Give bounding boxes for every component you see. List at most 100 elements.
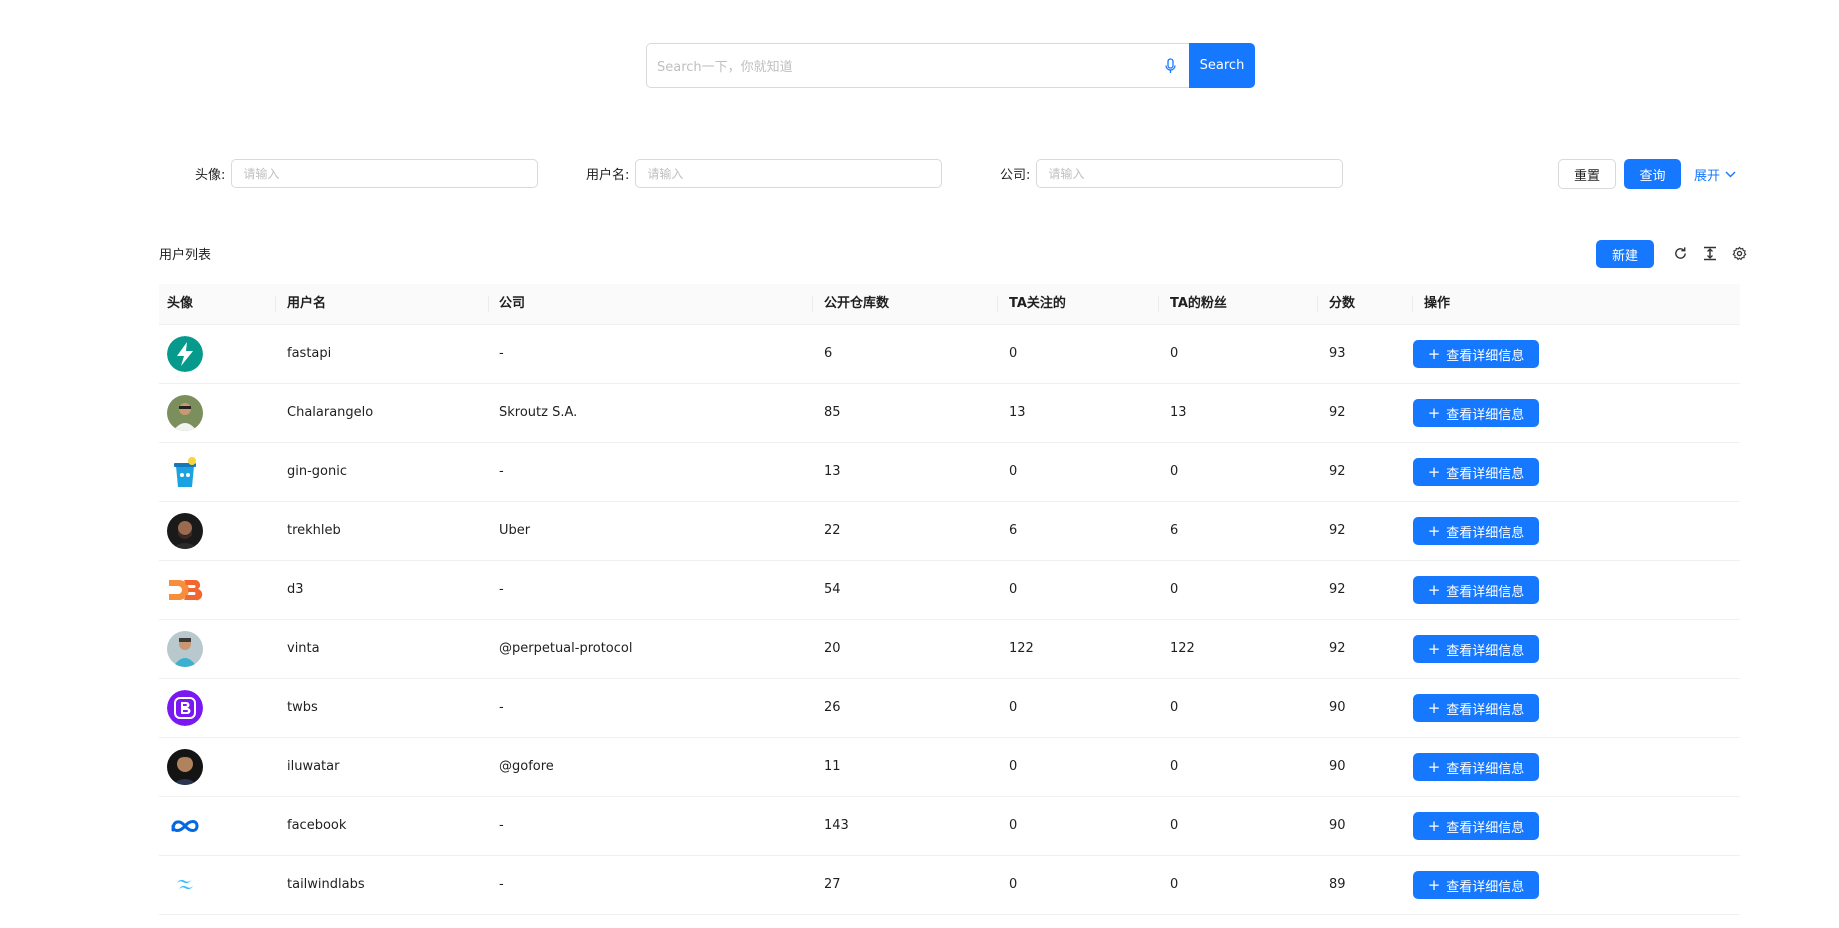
followers-cell: 0 bbox=[1170, 818, 1179, 833]
followers-cell: 6 bbox=[1170, 523, 1179, 538]
density-icon[interactable] bbox=[1701, 244, 1719, 262]
table-header: 头像 用户名 公司 公开仓库数 TA关注的 TA的粉丝 分数 操作 bbox=[159, 284, 1740, 325]
col-following: TA关注的 bbox=[1009, 296, 1066, 311]
fastapi-logo-icon bbox=[167, 336, 203, 372]
following-cell: 0 bbox=[1009, 818, 1018, 833]
filter-username: 用户名: 请输入 bbox=[586, 159, 943, 188]
bootstrap-logo-icon bbox=[167, 690, 203, 726]
table-row: trekhleb Uber 22 6 6 92 + 查看详细信息 bbox=[159, 502, 1740, 561]
company-cell: Uber bbox=[499, 523, 531, 538]
score-cell: 90 bbox=[1329, 759, 1346, 774]
user-photo-icon bbox=[167, 513, 203, 549]
following-cell: 0 bbox=[1009, 582, 1018, 597]
reload-icon[interactable] bbox=[1671, 244, 1689, 262]
view-detail-button[interactable]: + 查看详细信息 bbox=[1413, 753, 1539, 781]
score-cell: 92 bbox=[1329, 641, 1346, 656]
table-row: twbs - 26 0 0 90 + 查看详细信息 bbox=[159, 679, 1740, 738]
username-cell: gin-gonic bbox=[287, 464, 347, 479]
repos-cell: 26 bbox=[824, 700, 841, 715]
col-company: 公司 bbox=[499, 296, 526, 311]
following-cell: 13 bbox=[1009, 405, 1026, 420]
plus-icon: + bbox=[1427, 403, 1441, 422]
score-cell: 92 bbox=[1329, 582, 1346, 597]
plus-icon: + bbox=[1427, 344, 1441, 363]
view-detail-button[interactable]: + 查看详细信息 bbox=[1413, 399, 1539, 427]
view-detail-button[interactable]: + 查看详细信息 bbox=[1413, 458, 1539, 486]
score-cell: 89 bbox=[1329, 877, 1346, 892]
filter-username-input[interactable]: 请输入 bbox=[635, 159, 943, 188]
company-cell: Skroutz S.A. bbox=[499, 405, 578, 420]
view-detail-button[interactable]: + 查看详细信息 bbox=[1413, 694, 1539, 722]
repos-cell: 13 bbox=[824, 464, 841, 479]
view-detail-button[interactable]: + 查看详细信息 bbox=[1413, 635, 1539, 663]
username-cell: twbs bbox=[287, 700, 318, 715]
followers-cell: 0 bbox=[1170, 582, 1179, 597]
repos-cell: 85 bbox=[824, 405, 841, 420]
filter-avatar-label: 头像: bbox=[195, 168, 226, 183]
search-button[interactable]: Search bbox=[1189, 43, 1255, 88]
chevron-down-icon bbox=[1725, 171, 1736, 177]
table-row: fastapi - 6 0 0 93 + 查看详细信息 bbox=[159, 325, 1740, 384]
gin-logo-icon bbox=[167, 454, 203, 490]
plus-icon: + bbox=[1427, 580, 1441, 599]
score-cell: 92 bbox=[1329, 523, 1346, 538]
score-cell: 93 bbox=[1329, 346, 1346, 361]
table-row: facebook - 143 0 0 90 + 查看详细信息 bbox=[159, 797, 1740, 856]
tailwind-logo-icon bbox=[167, 867, 203, 903]
username-cell: iluwatar bbox=[287, 759, 340, 774]
repos-cell: 54 bbox=[824, 582, 841, 597]
followers-cell: 0 bbox=[1170, 464, 1179, 479]
following-cell: 122 bbox=[1009, 641, 1034, 656]
table-row: Chalarangelo Skroutz S.A. 85 13 13 92 + 查… bbox=[159, 384, 1740, 443]
repos-cell: 11 bbox=[824, 759, 841, 774]
reset-button[interactable]: 重置 bbox=[1558, 159, 1616, 189]
col-score: 分数 bbox=[1329, 296, 1356, 311]
view-detail-button[interactable]: + 查看详细信息 bbox=[1413, 517, 1539, 545]
company-cell: - bbox=[499, 346, 504, 361]
company-cell: - bbox=[499, 818, 504, 833]
plus-icon: + bbox=[1427, 462, 1441, 481]
microphone-icon[interactable] bbox=[1163, 57, 1177, 75]
col-username: 用户名 bbox=[287, 296, 327, 311]
settings-icon[interactable] bbox=[1730, 244, 1748, 262]
following-cell: 6 bbox=[1009, 523, 1018, 538]
table-row: tailwindlabs - 27 0 0 89 + 查看详细信息 bbox=[159, 856, 1740, 915]
plus-icon: + bbox=[1427, 816, 1441, 835]
followers-cell: 0 bbox=[1170, 346, 1179, 361]
search-placeholder: Search一下，你就知道 bbox=[657, 60, 793, 75]
filter-company: 公司: 请输入 bbox=[1000, 159, 1344, 188]
view-detail-button[interactable]: + 查看详细信息 bbox=[1413, 340, 1539, 368]
company-cell: - bbox=[499, 700, 504, 715]
view-detail-button[interactable]: + 查看详细信息 bbox=[1413, 576, 1539, 604]
user-photo-icon bbox=[167, 395, 203, 431]
filter-company-input[interactable]: 请输入 bbox=[1036, 159, 1344, 188]
plus-icon: + bbox=[1427, 757, 1441, 776]
view-detail-button[interactable]: + 查看详细信息 bbox=[1413, 812, 1539, 840]
plus-icon: + bbox=[1427, 639, 1441, 658]
table-row: d3 - 54 0 0 92 + 查看详细信息 bbox=[159, 561, 1740, 620]
following-cell: 0 bbox=[1009, 700, 1018, 715]
col-repos: 公开仓库数 bbox=[824, 296, 890, 311]
view-detail-button[interactable]: + 查看详细信息 bbox=[1413, 871, 1539, 899]
expand-label: 展开 bbox=[1694, 168, 1721, 184]
username-cell: d3 bbox=[287, 582, 304, 597]
table-row: vinta @perpetual-protocol 20 122 122 92 … bbox=[159, 620, 1740, 679]
col-actions: 操作 bbox=[1424, 296, 1451, 311]
filter-company-label: 公司: bbox=[1000, 168, 1031, 183]
user-table: 头像 用户名 公司 公开仓库数 TA关注的 TA的粉丝 分数 操作 fastap… bbox=[159, 284, 1740, 915]
username-cell: tailwindlabs bbox=[287, 877, 365, 892]
search-input[interactable]: Search一下，你就知道 bbox=[646, 43, 1189, 88]
following-cell: 0 bbox=[1009, 346, 1018, 361]
meta-logo-icon bbox=[167, 808, 203, 844]
query-button[interactable]: 查询 bbox=[1624, 159, 1681, 189]
user-photo-icon bbox=[167, 631, 203, 667]
score-cell: 92 bbox=[1329, 405, 1346, 420]
followers-cell: 13 bbox=[1170, 405, 1187, 420]
new-button[interactable]: 新建 bbox=[1596, 240, 1654, 268]
filter-username-label: 用户名: bbox=[586, 168, 630, 183]
company-cell: - bbox=[499, 464, 504, 479]
followers-cell: 0 bbox=[1170, 759, 1179, 774]
expand-toggle[interactable]: 展开 bbox=[1694, 159, 1736, 189]
repos-cell: 6 bbox=[824, 346, 833, 361]
filter-avatar-input[interactable]: 请输入 bbox=[231, 159, 539, 188]
